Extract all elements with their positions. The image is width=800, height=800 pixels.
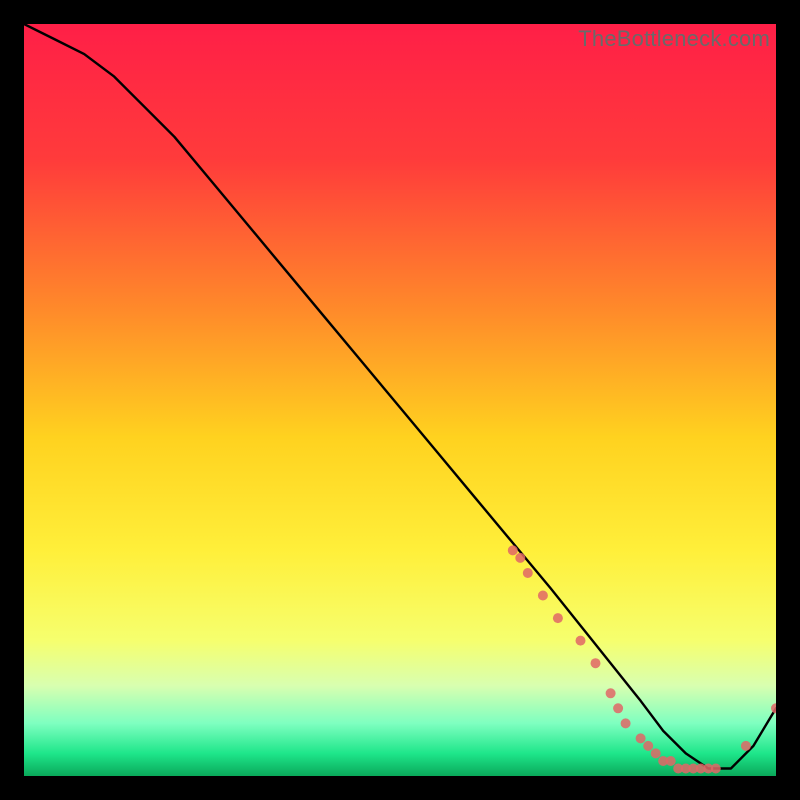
data-point bbox=[643, 741, 653, 751]
data-point bbox=[636, 733, 646, 743]
data-point bbox=[508, 545, 518, 555]
data-point bbox=[576, 636, 586, 646]
data-point bbox=[711, 764, 721, 774]
data-point bbox=[613, 703, 623, 713]
data-point bbox=[741, 741, 751, 751]
gradient-background bbox=[24, 24, 776, 776]
data-point bbox=[666, 756, 676, 766]
data-point bbox=[606, 688, 616, 698]
watermark-text: TheBottleneck.com bbox=[578, 26, 770, 52]
bottleneck-chart bbox=[24, 24, 776, 776]
data-point bbox=[651, 748, 661, 758]
data-point bbox=[538, 591, 548, 601]
data-point bbox=[591, 658, 601, 668]
data-point bbox=[523, 568, 533, 578]
data-point bbox=[515, 553, 525, 563]
chart-frame: TheBottleneck.com bbox=[24, 24, 776, 776]
data-point bbox=[621, 718, 631, 728]
data-point bbox=[553, 613, 563, 623]
